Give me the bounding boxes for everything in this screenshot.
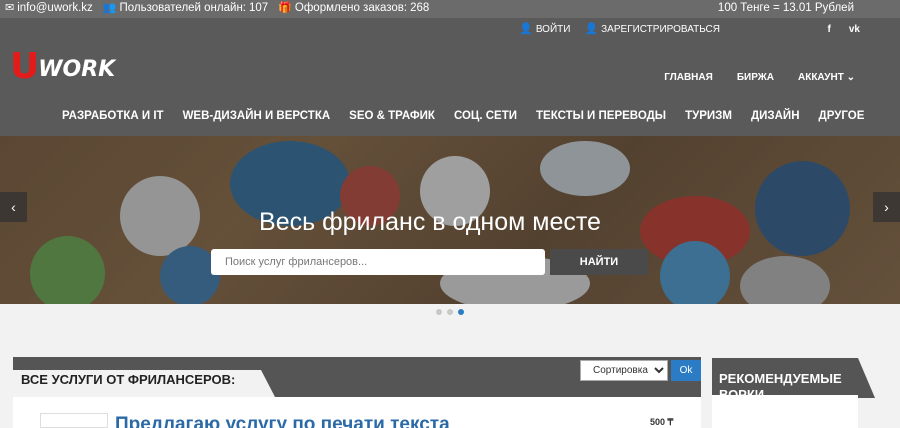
- category-texts[interactable]: ТЕКСТЫ И ПЕРЕВОДЫ: [536, 110, 666, 122]
- hero-slider: ‹ › Весь фриланс в одном месте НАЙТИ: [0, 136, 900, 304]
- slider-dot-active[interactable]: [458, 309, 464, 315]
- sort-ok-button[interactable]: Ok: [671, 360, 701, 381]
- recommended-title: РЕКОМЕНДУЕМЫЕ ВОРКИ: [719, 371, 842, 403]
- email-text[interactable]: info@uwork.kz: [17, 2, 93, 14]
- category-tourism[interactable]: ТУРИЗМ: [685, 110, 732, 122]
- recommended-title-line2: ВОРКИ: [719, 387, 765, 402]
- logo-text: WORK: [38, 57, 116, 82]
- currency-rate: 100 Тенге = 13.01 Рублей: [717, 2, 854, 14]
- category-dev-it[interactable]: РАЗРАБОТКА И IT: [62, 110, 164, 122]
- hero-title: Весь фриланс в одном месте: [259, 208, 601, 236]
- nav-account[interactable]: АККАУНТ ⌄: [798, 72, 855, 83]
- services-title: ВСЕ УСЛУГИ ОТ ФРИЛАНСЕРОВ:: [21, 372, 236, 387]
- slider-dot[interactable]: [447, 309, 453, 315]
- orders-count: 268: [410, 2, 430, 14]
- slider-next-button[interactable]: ›: [873, 192, 900, 222]
- slider-dot[interactable]: [436, 309, 442, 315]
- envelope-icon: ✉: [5, 1, 15, 14]
- online-label: Пользователей онлайн:: [119, 2, 246, 14]
- search-button[interactable]: НАЙТИ: [550, 249, 648, 275]
- user-icon: 👤: [519, 23, 533, 35]
- users-icon: 👥: [102, 1, 117, 14]
- category-nav: РАЗРАБОТКА И IT WEB-ДИЗАЙН И ВЕРСТКА SEO…: [62, 110, 864, 122]
- top-info-bar: ✉ info@uwork.kz 👥 Пользователей онлайн: …: [0, 0, 900, 18]
- login-link[interactable]: 👤 ВОЙТИ: [519, 23, 571, 36]
- nav-home[interactable]: ГЛАВНАЯ: [664, 72, 713, 83]
- category-seo[interactable]: SEO & ТРАФИК: [349, 110, 435, 122]
- orders-info: 🎁 Оформлено заказов: 268: [278, 2, 429, 14]
- search-input[interactable]: [211, 249, 545, 275]
- category-social[interactable]: СОЦ. СЕТИ: [454, 110, 517, 122]
- orders-label: Оформлено заказов:: [294, 2, 408, 14]
- online-count: 107: [249, 2, 269, 14]
- recommended-title-line1: РЕКОМЕНДУЕМЫЕ: [719, 371, 842, 386]
- vk-icon[interactable]: vk: [849, 24, 860, 35]
- slider-dots: [436, 309, 464, 315]
- category-design[interactable]: ДИЗАЙН: [751, 110, 800, 122]
- login-label[interactable]: ВОЙТИ: [536, 24, 571, 35]
- site-logo[interactable]: U WORK: [10, 46, 116, 87]
- site-header: 👤 ВОЙТИ 👤 ЗАРЕГИСТРИРОВАТЬСЯ f vk U WORK…: [0, 18, 900, 136]
- chevron-down-icon: ⌄: [846, 72, 855, 83]
- service-thumbnail[interactable]: [40, 413, 108, 428]
- facebook-icon[interactable]: f: [828, 24, 831, 35]
- main-nav: ГЛАВНАЯ БИРЖА АККАУНТ ⌄: [664, 72, 855, 83]
- email-info[interactable]: ✉ info@uwork.kz: [5, 2, 93, 14]
- nav-exchange[interactable]: БИРЖА: [737, 72, 774, 83]
- category-web-design[interactable]: WEB-ДИЗАЙН И ВЕРСТКА: [183, 110, 331, 122]
- service-price: 500 ₸: [650, 417, 674, 427]
- online-users-info: 👥 Пользователей онлайн: 107: [103, 2, 268, 14]
- service-title[interactable]: Предлагаю услугу по печати текста: [115, 414, 450, 428]
- user-plus-icon: 👤: [584, 23, 599, 35]
- category-other[interactable]: ДРУГОЕ: [819, 110, 865, 122]
- nav-account-label[interactable]: АККАУНТ: [798, 72, 844, 83]
- register-label[interactable]: ЗАРЕГИСТРИРОВАТЬСЯ: [601, 24, 720, 35]
- gift-icon: 🎁: [278, 1, 292, 14]
- sort-select[interactable]: Сортировка: [580, 360, 668, 381]
- logo-letter: U: [10, 46, 40, 87]
- register-link[interactable]: 👤 ЗАРЕГИСТРИРОВАТЬСЯ: [584, 23, 720, 36]
